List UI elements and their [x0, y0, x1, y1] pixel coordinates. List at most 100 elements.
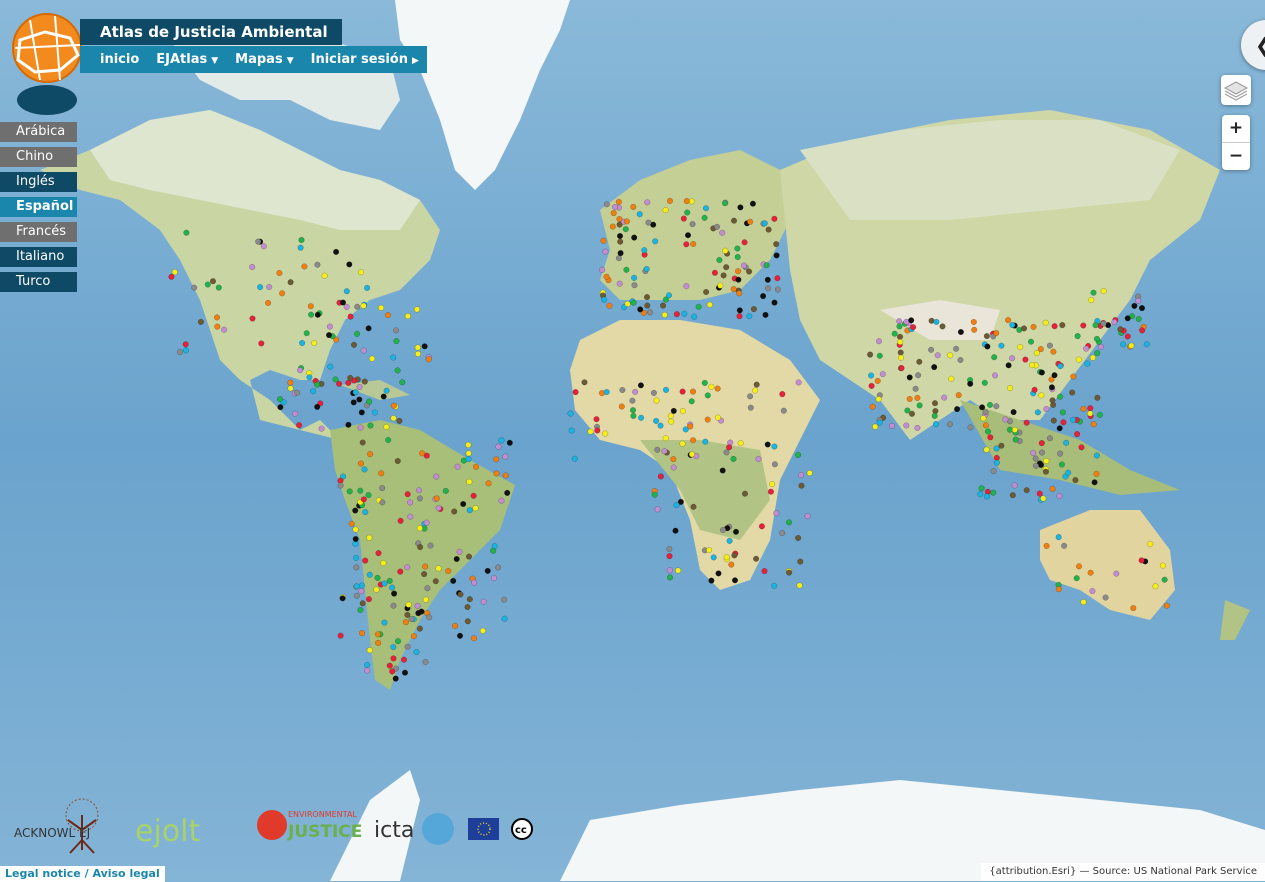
conflict-marker[interactable]: [891, 330, 898, 337]
conflict-marker[interactable]: [287, 379, 294, 386]
conflict-marker[interactable]: [646, 309, 654, 316]
conflict-marker[interactable]: [730, 286, 737, 293]
conflict-marker[interactable]: [982, 409, 989, 416]
conflict-marker[interactable]: [630, 203, 637, 210]
conflict-marker[interactable]: [906, 374, 913, 381]
eu-flag-icon[interactable]: [468, 818, 499, 840]
conflict-marker[interactable]: [984, 428, 992, 435]
conflict-marker[interactable]: [603, 273, 610, 280]
conflict-marker[interactable]: [318, 425, 325, 432]
conflict-marker[interactable]: [1111, 319, 1118, 326]
conflict-marker[interactable]: [868, 372, 875, 379]
conflict-marker[interactable]: [450, 577, 457, 584]
conflict-marker[interactable]: [765, 285, 772, 292]
conflict-marker[interactable]: [498, 437, 505, 444]
conflict-marker[interactable]: [1072, 477, 1079, 484]
conflict-marker[interactable]: [400, 656, 408, 663]
conflict-marker[interactable]: [1087, 569, 1094, 576]
conflict-marker[interactable]: [681, 310, 688, 317]
conflict-marker[interactable]: [796, 582, 803, 589]
conflict-marker[interactable]: [672, 527, 679, 534]
conflict-marker[interactable]: [417, 544, 424, 551]
conflict-marker[interactable]: [362, 557, 369, 564]
conflict-marker[interactable]: [761, 220, 768, 227]
conflict-marker[interactable]: [191, 284, 198, 291]
conflict-marker[interactable]: [379, 485, 386, 492]
conflict-marker[interactable]: [383, 423, 390, 430]
conflict-marker[interactable]: [684, 232, 692, 239]
conflict-marker[interactable]: [774, 286, 781, 293]
conflict-marker[interactable]: [623, 266, 630, 273]
conflict-marker[interactable]: [804, 513, 811, 520]
conflict-marker[interactable]: [735, 268, 742, 275]
conflict-marker[interactable]: [359, 439, 366, 446]
conflict-marker[interactable]: [1075, 563, 1083, 570]
conflict-marker[interactable]: [416, 525, 423, 532]
conflict-marker[interactable]: [774, 275, 781, 282]
conflict-marker[interactable]: [359, 600, 366, 607]
conflict-marker[interactable]: [357, 424, 364, 431]
conflict-marker[interactable]: [1050, 348, 1057, 355]
conflict-marker[interactable]: [1124, 333, 1131, 340]
conflict-marker[interactable]: [622, 226, 629, 233]
legal-notice-link[interactable]: Legal notice / Aviso legal: [0, 866, 165, 882]
conflict-marker[interactable]: [897, 349, 904, 356]
conflict-marker[interactable]: [726, 444, 733, 451]
conflict-marker[interactable]: [1094, 350, 1101, 357]
conflict-marker[interactable]: [722, 247, 729, 254]
conflict-marker[interactable]: [410, 633, 417, 640]
conflict-marker[interactable]: [760, 293, 767, 300]
conflict-marker[interactable]: [651, 491, 658, 498]
conflict-marker[interactable]: [779, 391, 786, 398]
conflict-marker[interactable]: [1139, 327, 1146, 334]
conflict-marker[interactable]: [991, 354, 998, 361]
conflict-marker[interactable]: [221, 326, 228, 333]
conflict-marker[interactable]: [571, 455, 578, 462]
conflict-marker[interactable]: [460, 500, 467, 508]
conflict-marker[interactable]: [394, 457, 401, 465]
conflict-marker[interactable]: [690, 240, 697, 248]
conflict-marker[interactable]: [1022, 356, 1029, 363]
conflict-marker[interactable]: [869, 403, 876, 410]
conflict-marker[interactable]: [470, 492, 477, 499]
conflict-marker[interactable]: [631, 282, 638, 289]
conflict-marker[interactable]: [1152, 583, 1159, 590]
conflict-marker[interactable]: [753, 381, 760, 388]
conflict-marker[interactable]: [358, 588, 365, 595]
conflict-marker[interactable]: [1063, 439, 1070, 446]
conflict-marker[interactable]: [593, 416, 600, 423]
conflict-marker[interactable]: [182, 341, 189, 348]
conflict-marker[interactable]: [373, 586, 380, 593]
conflict-marker[interactable]: [1043, 457, 1050, 465]
conflict-marker[interactable]: [653, 397, 660, 404]
conflict-marker[interactable]: [715, 570, 722, 577]
conflict-marker[interactable]: [1042, 468, 1049, 475]
conflict-marker[interactable]: [1051, 372, 1058, 379]
conflict-marker[interactable]: [345, 379, 352, 386]
conflict-marker[interactable]: [1010, 409, 1017, 416]
conflict-marker[interactable]: [609, 223, 616, 230]
conflict-marker[interactable]: [402, 619, 409, 626]
conflict-marker[interactable]: [390, 602, 397, 609]
conflict-marker[interactable]: [1078, 444, 1085, 451]
conflict-marker[interactable]: [445, 567, 452, 575]
conflict-marker[interactable]: [422, 596, 429, 603]
conflict-marker[interactable]: [366, 647, 373, 654]
conflict-marker[interactable]: [602, 430, 609, 437]
conflict-marker[interactable]: [610, 210, 617, 217]
conflict-marker[interactable]: [168, 273, 175, 280]
conflict-marker[interactable]: [375, 550, 382, 557]
conflict-marker[interactable]: [432, 578, 439, 585]
conflict-marker[interactable]: [464, 603, 471, 611]
conflict-marker[interactable]: [433, 473, 440, 480]
conflict-marker[interactable]: [414, 350, 422, 357]
conflict-marker[interactable]: [736, 290, 743, 297]
conflict-marker[interactable]: [456, 548, 463, 555]
conflict-marker[interactable]: [358, 582, 365, 589]
conflict-marker[interactable]: [435, 565, 442, 572]
conflict-marker[interactable]: [659, 302, 667, 309]
conflict-marker[interactable]: [702, 438, 709, 445]
conflict-marker[interactable]: [876, 419, 883, 426]
conflict-marker[interactable]: [414, 344, 421, 351]
conflict-marker[interactable]: [967, 424, 974, 431]
